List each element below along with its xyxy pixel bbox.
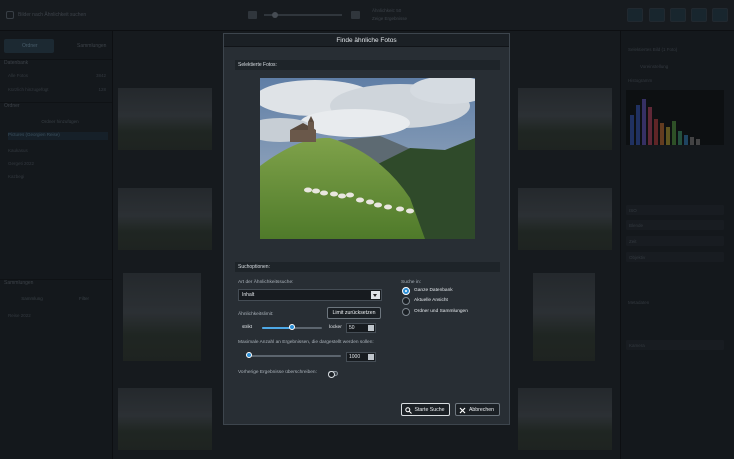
search-in-option[interactable]: Aktuelle Ansicht: [414, 298, 448, 303]
reset-limit-button[interactable]: Limit zurücksetzen: [327, 307, 381, 319]
chevron-down-icon[interactable]: [371, 291, 380, 299]
selected-photos-header: Selektierte Fotos:: [235, 60, 500, 70]
similarity-slider-fill: [262, 327, 292, 329]
search-in-database-radio[interactable]: [402, 287, 410, 295]
search-in-current-view-radio[interactable]: [402, 297, 410, 305]
max-results-label: Maximale Anzahl an Ergebnissen, die darg…: [238, 340, 374, 345]
cancel-label: Abbrechen: [468, 407, 495, 413]
search-type-select[interactable]: Inhalt: [238, 289, 382, 301]
search-in-option[interactable]: Ganze Datenbank: [414, 288, 453, 293]
find-similar-dialog: Finde ähnliche Fotos Selektierte Fotos:: [223, 33, 510, 425]
similarity-slider-handle[interactable]: [289, 324, 295, 330]
dialog-title: Finde ähnliche Fotos: [224, 34, 509, 47]
stepper-icon[interactable]: [368, 354, 374, 360]
similarity-value: 50: [349, 325, 355, 331]
start-search-button[interactable]: Starte Suche: [401, 403, 450, 416]
search-options-header: Suchoptionen:: [235, 262, 500, 272]
max-results-slider[interactable]: [249, 355, 341, 357]
search-in-option[interactable]: Ordner und Sammlungen: [414, 309, 468, 314]
max-results-value-field[interactable]: 1000: [346, 352, 376, 362]
max-results-value: 1000: [349, 354, 361, 360]
search-type-value: Inhalt: [242, 292, 255, 298]
overwrite-label: Vorherige Ergebnisse überschreiben:: [238, 370, 317, 375]
similarity-label: Ähnlichkeitslimit:: [238, 312, 274, 317]
strict-label: strikt: [242, 325, 253, 330]
cancel-button[interactable]: Abbrechen: [455, 403, 500, 416]
selected-photo-preview: [260, 78, 475, 239]
stepper-icon[interactable]: [368, 325, 374, 331]
max-results-slider-handle[interactable]: [246, 352, 252, 358]
loose-label: locker: [329, 325, 342, 330]
search-in-folders-radio[interactable]: [402, 308, 410, 316]
start-search-label: Starte Suche: [414, 407, 445, 413]
close-icon: [459, 407, 466, 414]
search-in-label: Suche in:: [401, 280, 422, 285]
search-icon: [405, 407, 412, 414]
similarity-value-field[interactable]: 50: [346, 323, 376, 333]
search-type-label: Art der Ähnlichkeitssuche:: [238, 280, 294, 285]
overwrite-toggle[interactable]: [328, 371, 338, 378]
